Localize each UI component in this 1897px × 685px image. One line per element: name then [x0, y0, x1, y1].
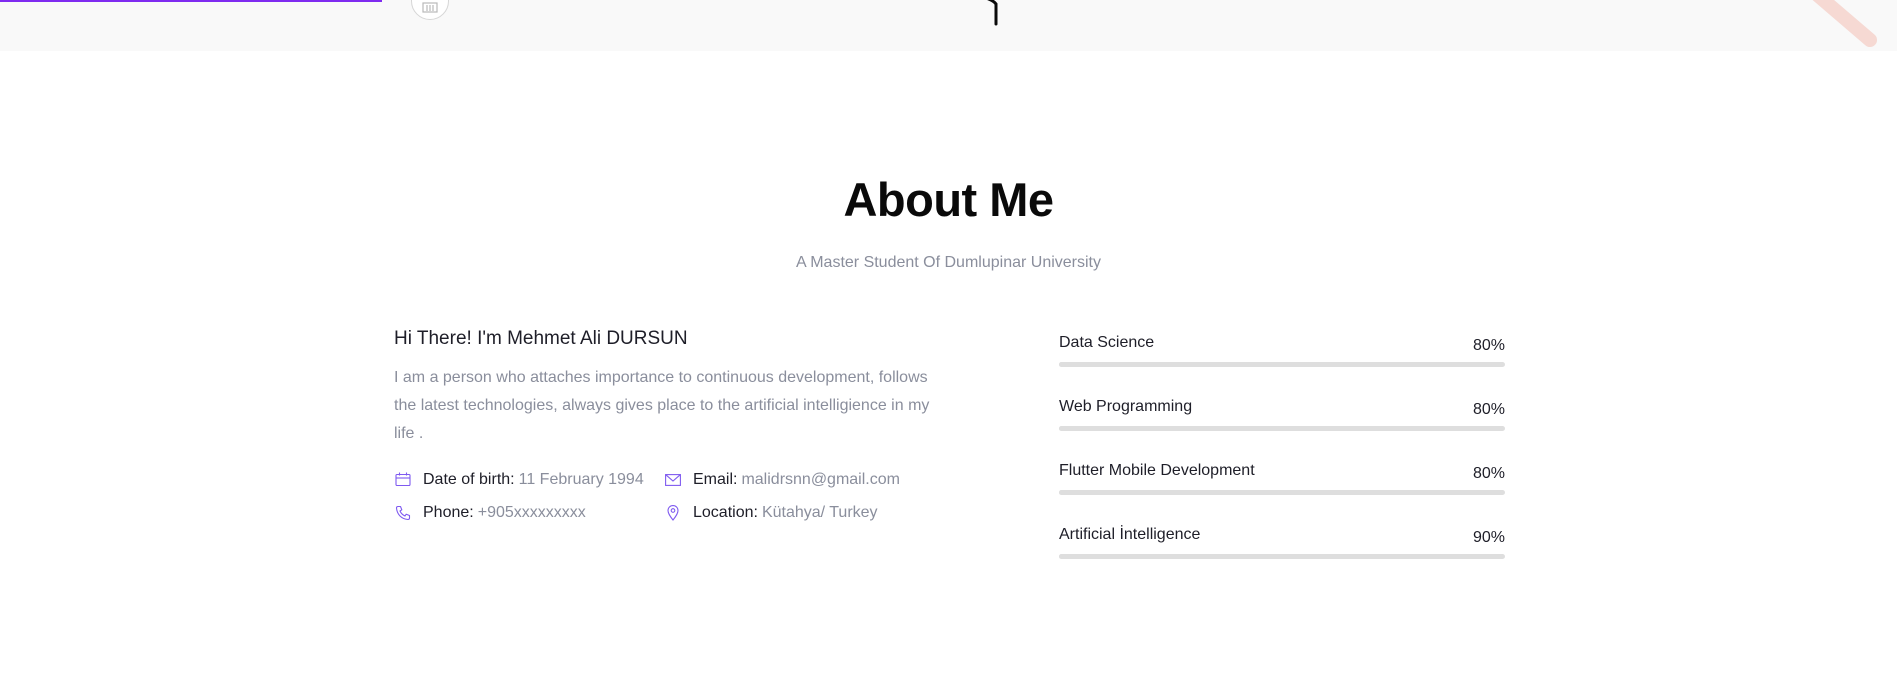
decorative-squiggle [987, 0, 998, 26]
intro-heading: Hi There! I'm Mehmet Ali DURSUN [394, 328, 688, 349]
hero-bottom-strip [0, 0, 1897, 51]
skill-name: Data Science [1059, 334, 1155, 351]
phone-icon [394, 504, 411, 521]
info-value: Kütahya/ Turkey [761, 503, 878, 521]
skill-progress-track [1059, 490, 1505, 495]
about-intro: Hi There! I'm Mehmet Ali DURSUN I am a p… [394, 328, 954, 524]
info-label: Email: [693, 470, 738, 488]
skill-item: Data Science 80% [1059, 328, 1505, 392]
skill-item: Web Programming 80% [1059, 392, 1505, 456]
social-circle-button[interactable] [411, 0, 449, 20]
calendar-icon [394, 471, 411, 488]
skill-item: Flutter Mobile Development 80% [1059, 456, 1505, 520]
email-link[interactable]: malidrsnn@gmail.com [741, 471, 900, 489]
skill-name: Flutter Mobile Development [1059, 462, 1255, 479]
info-label: Location: [693, 503, 758, 521]
bank-icon [422, 2, 438, 13]
info-label: Date of birth: [423, 470, 515, 488]
personal-info-grid: Date of birth: 11 February 1994 Email: m… [394, 468, 954, 524]
skill-item: Artificial İntelligence 90% [1059, 520, 1505, 584]
location-pin-icon [664, 504, 681, 521]
skills-list: Data Science 80% Web Programming 80% Flu… [1059, 328, 1505, 584]
envelope-icon [664, 471, 681, 488]
skill-percent: 80% [1472, 337, 1505, 354]
info-value: +905xxxxxxxxx [477, 503, 586, 521]
info-label: Phone: [423, 503, 474, 521]
skill-percent: 80% [1472, 401, 1505, 418]
info-phone: Phone: +905xxxxxxxxx [394, 501, 664, 524]
skill-progress-fill [1059, 490, 1416, 495]
info-date-of-birth: Date of birth: 11 February 1994 [394, 468, 664, 491]
decorative-pink-stroke [1812, 0, 1877, 47]
info-location: Location: Kütahya/ Turkey [664, 501, 954, 524]
skill-progress-track [1059, 362, 1505, 367]
skill-progress-fill [1059, 362, 1416, 367]
info-value: 11 February 1994 [518, 470, 644, 488]
skill-progress-fill [1059, 426, 1416, 431]
accent-line [0, 0, 382, 2]
skill-name: Artificial İntelligence [1059, 526, 1201, 543]
skill-name: Web Programming [1059, 398, 1193, 415]
section-title: About Me [843, 173, 1054, 226]
skill-percent: 80% [1472, 465, 1505, 482]
skill-progress-track [1059, 426, 1505, 431]
intro-text: I am a person who attaches importance to… [394, 369, 930, 442]
skill-progress-track [1059, 554, 1505, 559]
skill-percent: 90% [1472, 529, 1505, 546]
section-subtitle: A Master Student Of Dumlupinar Universit… [795, 254, 1101, 271]
skill-progress-fill [1059, 554, 1461, 559]
info-email: Email: malidrsnn@gmail.com [664, 468, 954, 491]
